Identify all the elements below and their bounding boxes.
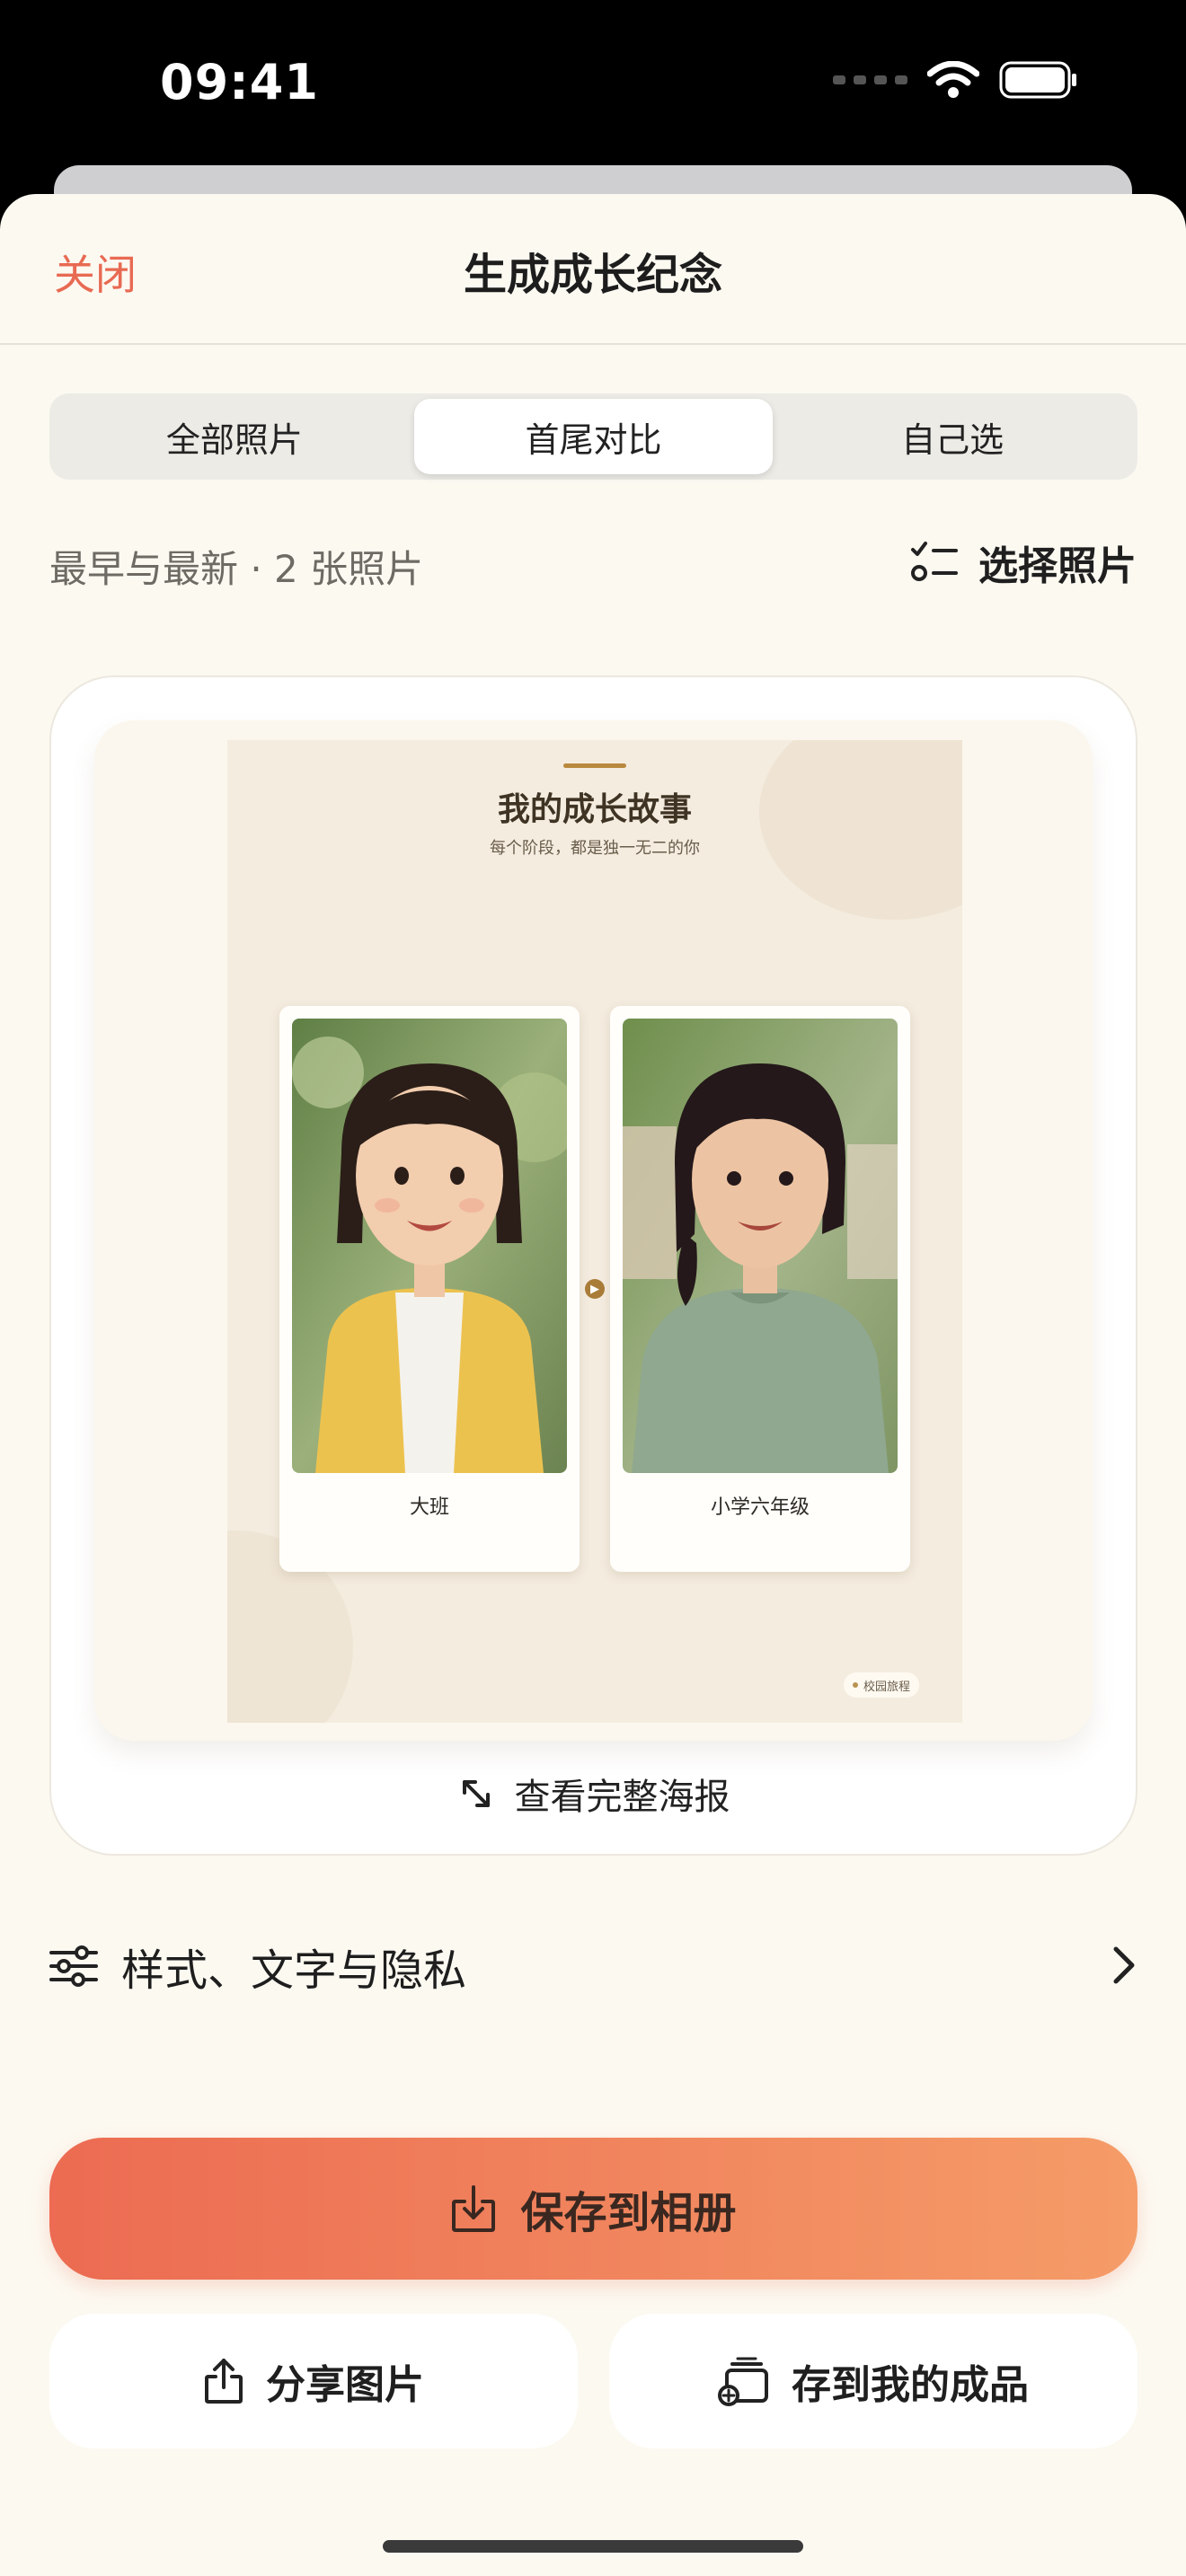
- expand-icon: [462, 1780, 490, 1807]
- poster-frame: 我的成长故事 每个阶段，都是独一无二的你 大班 ▶ 小学六年级 校园旅程: [94, 720, 1093, 1741]
- share-image-label: 分享图片: [266, 2362, 424, 2408]
- photo-count-text: 最早与最新 · 2 张照片: [49, 547, 424, 591]
- poster-subtitle: 每个阶段，都是独一无二的你: [490, 839, 700, 858]
- view-full-poster-button[interactable]: 查看完整海报: [51, 1768, 1136, 1820]
- view-full-label: 查看完整海报: [514, 1777, 730, 1818]
- photo-card: 小学六年级: [610, 1006, 910, 1572]
- nav-bar: 关闭 生成成长纪念: [0, 194, 1186, 345]
- decor-circle: [759, 740, 962, 920]
- share-icon: [205, 2359, 243, 2404]
- arrow-right-icon: ▶: [585, 1279, 605, 1299]
- checklist-icon: [911, 542, 958, 581]
- style-settings-label: 样式、文字与隐私: [121, 1945, 467, 1996]
- style-settings-row[interactable]: 样式、文字与隐私: [49, 1917, 1137, 2016]
- status-time: 09:41: [160, 54, 319, 110]
- photo-young-child: [292, 1019, 567, 1473]
- badge-label: 校园旅程: [863, 1680, 911, 1694]
- select-photos-label: 选择照片: [978, 543, 1137, 589]
- photo-older-child: [623, 1019, 898, 1473]
- mode-segmented-control: 全部照片 首尾对比 自己选: [49, 393, 1137, 480]
- poster: 我的成长故事 每个阶段，都是独一无二的你 大班 ▶ 小学六年级 校园旅程: [227, 740, 962, 1723]
- photo-caption: 大班: [409, 1496, 449, 1519]
- save-to-album-label: 保存到相册: [520, 2188, 737, 2238]
- chevron-right-icon: [1113, 1946, 1135, 1984]
- select-photos-button[interactable]: 选择照片: [910, 534, 1137, 591]
- page-title: 生成成长纪念: [463, 250, 722, 300]
- badge-dot-icon: [853, 1682, 858, 1688]
- poster-title: 我的成长故事: [497, 791, 692, 828]
- segment-first-last[interactable]: 首尾对比: [413, 399, 774, 474]
- poster-badge: 校园旅程: [844, 1672, 920, 1698]
- share-image-button[interactable]: 分享图片: [49, 2314, 578, 2448]
- status-icons: [833, 61, 1078, 99]
- segment-all-photos[interactable]: 全部照片: [55, 399, 414, 474]
- photo-caption: 小学六年级: [710, 1496, 810, 1519]
- segment-custom[interactable]: 自己选: [773, 399, 1132, 474]
- photo-card: 大班: [279, 1006, 580, 1572]
- save-to-my-works-label: 存到我的成品: [792, 2362, 1029, 2408]
- home-indicator: [383, 2540, 803, 2553]
- wifi-icon: [927, 61, 979, 98]
- sliders-icon: [49, 1945, 98, 1987]
- signal-icon: [833, 75, 907, 84]
- stack-add-icon: [718, 2357, 768, 2406]
- save-to-my-works-button[interactable]: 存到我的成品: [609, 2314, 1137, 2448]
- poster-preview-card[interactable]: 我的成长故事 每个阶段，都是独一无二的你 大班 ▶ 小学六年级 校园旅程 查看完…: [49, 675, 1137, 1856]
- save-to-album-button[interactable]: 保存到相册: [49, 2138, 1137, 2280]
- download-icon: [452, 2185, 496, 2232]
- status-bar: 09:41: [0, 0, 1186, 189]
- title-accent-line: [563, 763, 626, 768]
- battery-icon: [999, 61, 1076, 99]
- modal-sheet: 关闭 生成成长纪念 全部照片 首尾对比 自己选 最早与最新 · 2 张照片 选择…: [0, 194, 1186, 2576]
